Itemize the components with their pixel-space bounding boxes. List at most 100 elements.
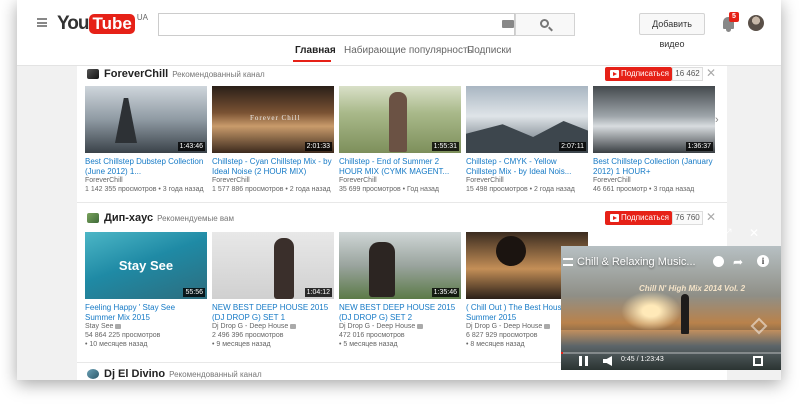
channel-logo[interactable]: [87, 213, 99, 223]
miniplayer-expand-icon[interactable]: ⤡: [697, 226, 707, 240]
video-meta: 15 498 просмотров • 2 года назад: [466, 186, 575, 193]
shelf-header: Дип-хаус Рекомендуемые вам Подписаться 76…: [77, 210, 727, 226]
pause-icon[interactable]: [579, 356, 588, 366]
keyboard-icon[interactable]: [502, 20, 514, 28]
video-thumbnail[interactable]: 1:35:46: [339, 232, 461, 299]
video-title[interactable]: Feeling Happy ' Stay See Summer Mix 2015: [85, 303, 207, 323]
video-channel[interactable]: ForeverChill: [212, 177, 250, 184]
verified-icon: [417, 323, 424, 329]
channel-name[interactable]: ForeverChill Рекомендованный канал: [104, 68, 265, 80]
playlist-icon[interactable]: [563, 258, 573, 266]
video-title[interactable]: Best Chillstep Dubstep Collection (June …: [85, 157, 207, 177]
video-duration: 2:01:33: [304, 142, 332, 151]
watch-later-clock-icon[interactable]: [713, 256, 724, 267]
channel-name-text[interactable]: Дип-хаус: [104, 212, 153, 224]
info-icon[interactable]: i: [757, 255, 769, 267]
notifications-count-badge: 5: [729, 12, 739, 22]
subscribe-button[interactable]: Подписаться: [605, 67, 672, 81]
subscribe-button[interactable]: Подписаться: [605, 211, 672, 225]
video-views: 2 496 396 просмотров: [212, 332, 284, 339]
video-age-text: 10 месяцев назад: [89, 341, 148, 348]
video-channel-text[interactable]: Dj Drop G - Deep House: [212, 323, 288, 330]
logo-region: UA: [136, 13, 148, 22]
search-icon: [540, 19, 549, 28]
video-thumbnail[interactable]: 2:07:11: [466, 86, 588, 153]
video-channel-text[interactable]: Stay See: [85, 323, 113, 330]
channel-logo[interactable]: [87, 69, 99, 79]
video-channel[interactable]: Dj Drop G - Deep House: [212, 323, 297, 330]
shelf-foreverchill: ForeverChill Рекомендованный канал Подпис…: [77, 66, 727, 193]
verified-icon: [544, 323, 551, 329]
miniplayer-resize-icon[interactable]: ⤢: [722, 226, 732, 240]
video-channel[interactable]: ForeverChill: [339, 177, 377, 184]
video-title[interactable]: Chillstep - CMYK - Yellow Chillstep Mix …: [466, 157, 588, 177]
tab-subscriptions[interactable]: Подписки: [467, 45, 511, 56]
video-age-text: 5 месяцев назад: [343, 341, 398, 348]
video-thumbnail[interactable]: 1:55:31: [339, 86, 461, 153]
video-views: 15 498 просмотров: [466, 186, 528, 193]
video-channel[interactable]: ForeverChill: [466, 177, 504, 184]
video-views: 6 827 929 просмотров: [466, 332, 538, 339]
youtube-logo[interactable]: You Tube UA: [57, 13, 148, 35]
video-duration: 55:56: [183, 288, 205, 297]
upload-video-button[interactable]: Добавить видео: [639, 13, 705, 49]
video-title[interactable]: NEW BEST DEEP HOUSE 2015 (DJ DROP G) SET…: [212, 303, 334, 323]
channel-name[interactable]: Dj El Divino Рекомендованный канал: [104, 368, 262, 380]
video-channel[interactable]: Dj Drop G - Deep House: [339, 323, 424, 330]
video-title[interactable]: Chillstep - End of Summer 2 HOUR MIX (CY…: [339, 157, 461, 177]
video-channel[interactable]: Dj Drop G - Deep House: [466, 323, 551, 330]
tab-trending[interactable]: Набирающие популярность: [344, 45, 473, 56]
video-meta: 35 699 просмотров • Год назад: [339, 186, 440, 193]
video-meta: 1 577 886 просмотров • 2 года назад: [212, 186, 331, 193]
video-age-text: 8 месяцев назад: [470, 341, 525, 348]
video-thumbnail[interactable]: 1:36:37: [593, 86, 715, 153]
thumbnail-text: Stay See: [118, 258, 174, 273]
video-thumbnail[interactable]: 1:43:46: [85, 86, 207, 153]
video-age: 3 года назад: [653, 186, 695, 193]
channel-name-text[interactable]: Dj El Divino: [104, 368, 165, 380]
search-input[interactable]: [158, 13, 515, 36]
dismiss-shelf-icon[interactable]: ✕: [706, 66, 716, 80]
share-icon[interactable]: ➦: [733, 255, 743, 269]
video-channel[interactable]: Stay See: [85, 323, 122, 330]
video-channel[interactable]: ForeverChill: [85, 177, 123, 184]
progress-bar[interactable]: [561, 352, 781, 354]
subscriber-count: 76 760: [672, 211, 703, 225]
video-duration: 1:04:12: [304, 288, 332, 297]
video-duration: 1:35:46: [431, 288, 459, 297]
video-title[interactable]: Chillstep - Cyan Chillstep Mix - by Idea…: [212, 157, 334, 177]
video-title[interactable]: Best Chillstep Collection (January 2012)…: [593, 157, 715, 177]
shelf-next-arrow-icon[interactable]: ›: [715, 114, 719, 126]
dismiss-shelf-icon[interactable]: ✕: [706, 210, 716, 224]
tab-home[interactable]: Главная: [295, 45, 336, 56]
fullscreen-icon[interactable]: [753, 356, 763, 366]
verified-icon: [115, 323, 122, 329]
logo-tube-text: Tube: [89, 14, 135, 34]
video-channel-text[interactable]: Dj Drop G - Deep House: [339, 323, 415, 330]
miniplayer-title[interactable]: Chill & Relaxing Music...: [577, 256, 696, 268]
video-meta: 1 142 355 просмотров • 3 года назад: [85, 186, 204, 193]
video-thumbnail[interactable]: Stay See 55:56: [85, 232, 207, 299]
video-views: 35 699 просмотров: [339, 186, 401, 193]
search-button[interactable]: [515, 13, 575, 36]
channel-name[interactable]: Дип-хаус Рекомендуемые вам: [104, 212, 234, 224]
video-thumbnail[interactable]: 1:04:12: [212, 232, 334, 299]
logo-you-text: You: [57, 13, 90, 34]
video-channel-text[interactable]: Dj Drop G - Deep House: [466, 323, 542, 330]
channel-logo[interactable]: [87, 369, 99, 379]
miniplayer-close-icon[interactable]: ✕: [749, 226, 759, 240]
video-age: • 10 месяцев назад: [85, 341, 148, 348]
channel-name-text[interactable]: ForeverChill: [104, 68, 168, 80]
shelf-type-label: Рекомендованный канал: [172, 70, 265, 79]
video-channel[interactable]: ForeverChill: [593, 177, 631, 184]
video-duration: 1:43:46: [177, 142, 205, 151]
miniplayer[interactable]: Chill & Relaxing Music... ➦ i Chill N' H…: [561, 246, 781, 370]
video-duration: 1:36:37: [685, 142, 713, 151]
video-thumbnail[interactable]: Forever Chill 2:01:33: [212, 86, 334, 153]
video-views: 1 142 355 просмотров: [85, 186, 157, 193]
hamburger-menu-icon[interactable]: [37, 18, 47, 27]
video-title[interactable]: NEW BEST DEEP HOUSE 2015 (DJ DROP G) SET…: [339, 303, 461, 323]
avatar[interactable]: [748, 15, 764, 31]
miniplayer-video-sun: [621, 291, 681, 331]
video-overlay-text: Chill N' High Mix 2014 Vol. 2: [639, 284, 746, 293]
